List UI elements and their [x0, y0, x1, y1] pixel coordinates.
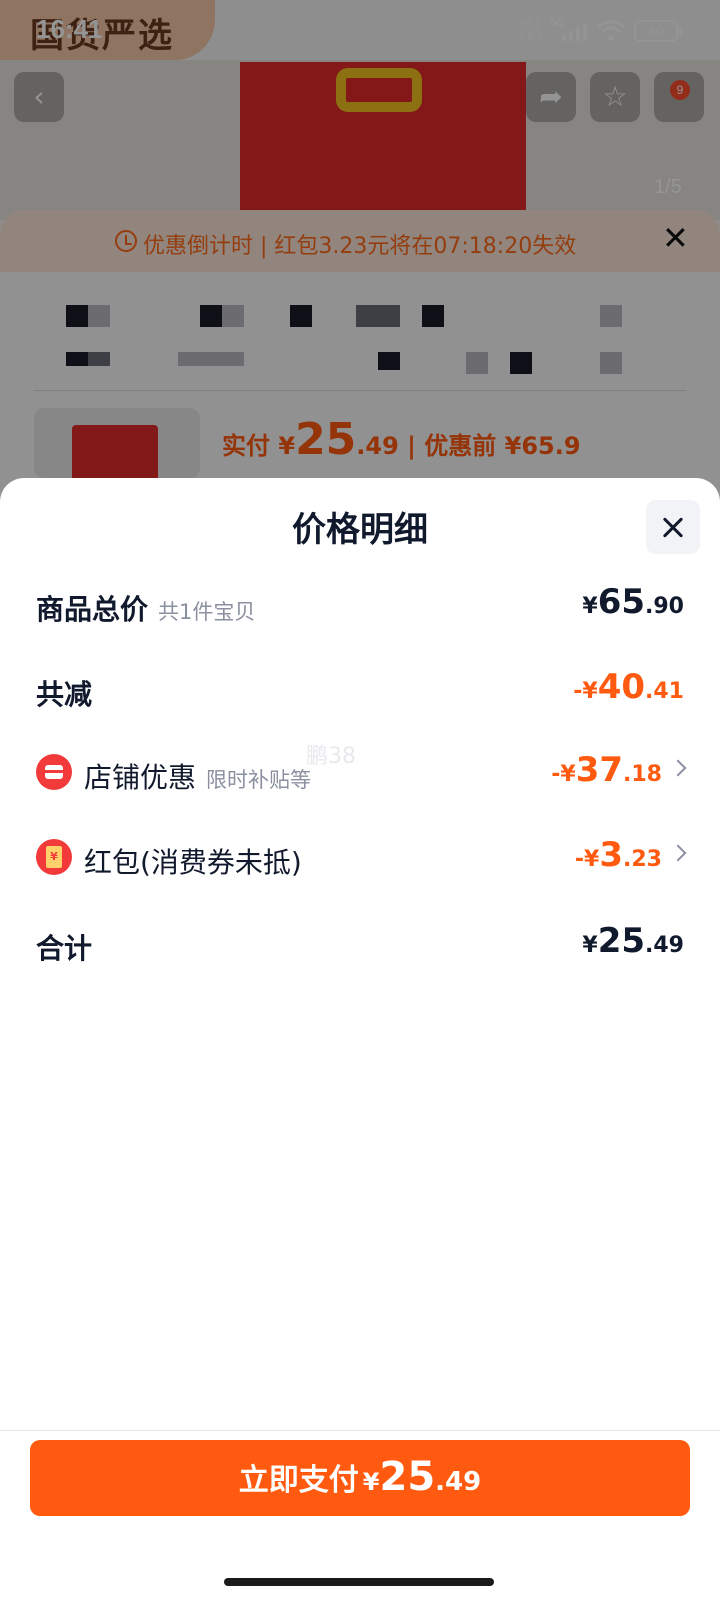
chevron-right-icon	[669, 759, 687, 777]
row-red-packet[interactable]: ¥ 红包(消费券未抵) -¥3.23	[36, 829, 687, 889]
row-total: 合计 ¥25.49	[36, 915, 684, 975]
row-value: ¥25.49	[582, 921, 684, 961]
pay-now-button[interactable]: 立即支付 ¥25.49	[30, 1440, 690, 1516]
pay-button-text: 立即支付 ¥25.49	[238, 1454, 482, 1500]
sheet-title: 价格明细	[292, 510, 428, 550]
row-shop-discount[interactable]: 店铺优惠 限时补贴等 -¥37.18	[36, 744, 687, 804]
price-detail-sheet: 价格明细 鹏38 商品总价 共1件宝贝 ¥65.90 共减 -¥40.41 店铺优…	[0, 478, 720, 1600]
close-button[interactable]	[646, 500, 700, 554]
row-value: -¥40.41	[573, 667, 684, 707]
row-goods-total: 商品总价 共1件宝贝 ¥65.90	[36, 576, 684, 636]
row-value: -¥37.18	[551, 750, 662, 790]
row-label: 合计	[36, 932, 93, 965]
red-packet-icon: ¥	[36, 839, 72, 875]
row-value: ¥65.90	[582, 582, 684, 622]
row-sub: 共1件宝贝	[158, 600, 256, 624]
row-label: 商品总价 共1件宝贝	[36, 593, 256, 626]
row-label: 共减	[36, 678, 93, 711]
home-indicator[interactable]	[224, 1578, 494, 1586]
row-total-discount: 共减 -¥40.41	[36, 661, 684, 721]
chevron-right-icon	[669, 844, 687, 862]
shop-discount-icon	[36, 754, 72, 790]
row-sub: 限时补贴等	[206, 768, 312, 792]
row-label: 店铺优惠 限时补贴等	[84, 761, 312, 794]
row-value: -¥3.23	[574, 835, 662, 875]
row-label: 红包(消费券未抵)	[84, 846, 302, 879]
footer-divider	[0, 1430, 720, 1431]
